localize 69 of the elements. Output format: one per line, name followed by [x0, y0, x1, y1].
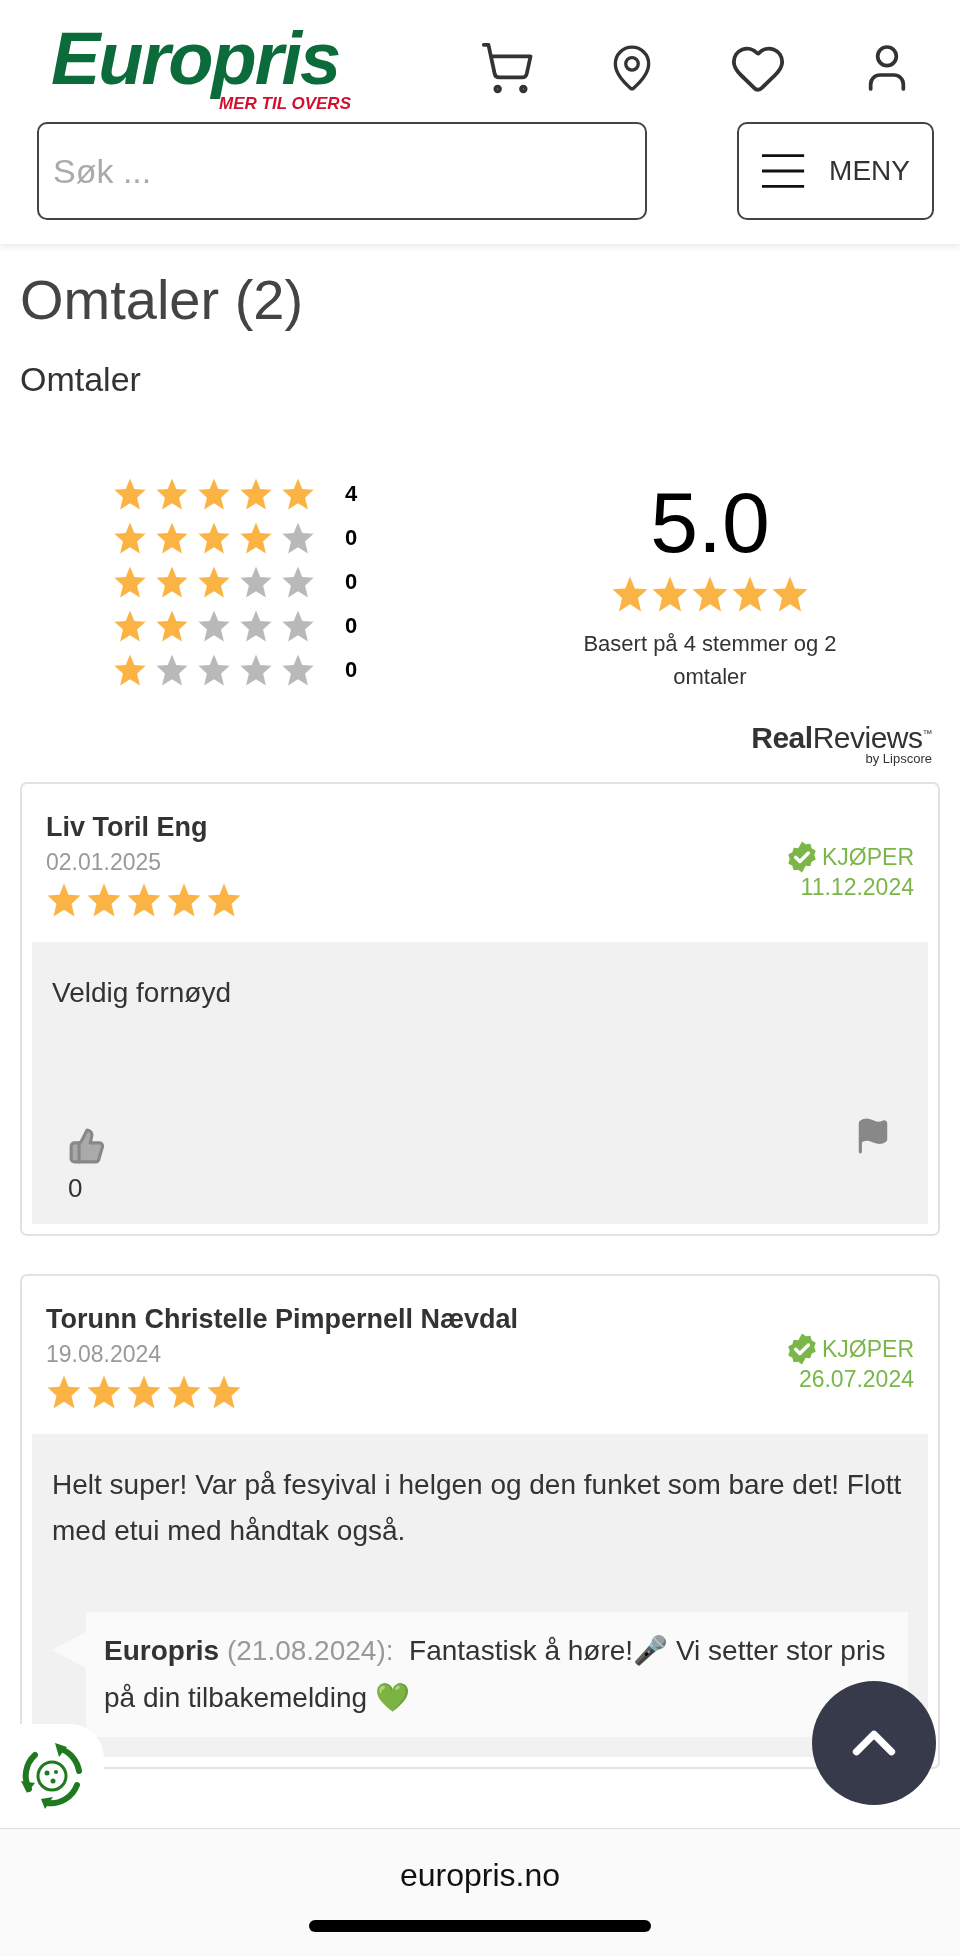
star-icon	[239, 477, 273, 511]
url-text[interactable]: europris.no	[399, 1857, 561, 1894]
provider-logo-text: RealReviews$^{™}$	[751, 723, 932, 753]
rating-count: 0	[345, 657, 358, 683]
rating-count: 0	[345, 569, 358, 595]
star-icon	[113, 653, 147, 687]
menu-button[interactable]: MENY	[737, 122, 934, 220]
star-icon	[197, 653, 231, 687]
star-icon	[771, 575, 809, 613]
purchase-date: 11.12.2024	[800, 874, 914, 901]
star-icon	[113, 565, 147, 599]
star-icon	[166, 882, 202, 918]
section-subtitle: Omtaler	[20, 360, 142, 399]
star-icon	[197, 477, 231, 511]
review-author: Torunn Christelle Pimpernell Nævdal	[46, 1304, 519, 1335]
star-icon	[281, 477, 315, 511]
provider-byline: by Lipscore	[865, 751, 932, 766]
rating-count: 4	[345, 481, 358, 507]
star-icon	[281, 565, 315, 599]
star-icon	[155, 609, 189, 643]
star-icon	[126, 882, 162, 918]
star-icon	[126, 1374, 162, 1410]
star-icon	[166, 1374, 202, 1410]
star-icon	[197, 521, 231, 555]
buyer-label: KJØPER	[821, 843, 914, 871]
review-text: Veldig fornøyd	[52, 976, 232, 1010]
star-icon	[239, 609, 273, 643]
star-icon	[611, 575, 649, 613]
star-icon	[239, 521, 273, 555]
review-date: 02.01.2025	[46, 849, 163, 876]
rating-count: 0	[345, 525, 358, 551]
section-title: Omtaler (2)	[20, 267, 305, 332]
star-icon	[651, 575, 689, 613]
star-icon	[46, 882, 82, 918]
cart-icon[interactable]	[479, 40, 535, 96]
star-icon	[113, 521, 147, 555]
star-icon	[86, 882, 122, 918]
star-icon	[239, 565, 273, 599]
menu-icon	[761, 153, 806, 189]
like-count: 0	[68, 1173, 83, 1204]
star-icon	[281, 521, 315, 555]
star-icon	[239, 653, 273, 687]
rating-count: 0	[345, 613, 358, 639]
star-icon	[155, 653, 189, 687]
star-icon	[197, 565, 231, 599]
star-icon	[155, 565, 189, 599]
star-icon	[155, 521, 189, 555]
purchase-date: 26.07.2024	[798, 1366, 914, 1393]
review-author: Liv Toril Eng	[46, 812, 209, 843]
star-icon	[206, 882, 242, 918]
star-icon	[691, 575, 729, 613]
star-icon	[206, 1374, 242, 1410]
search-field[interactable]: Søk ...	[37, 122, 647, 220]
star-icon	[281, 609, 315, 643]
star-icon	[113, 477, 147, 511]
star-icon	[197, 609, 231, 643]
average-rating: 5.0	[650, 479, 770, 565]
rating-summary: Basert på 4 stemmer og 2 omtaler	[582, 630, 838, 691]
reply-text: Europris (21.08.2024): Fantastisk å høre!🎤 Vi setter stor pris på din tilbakemelding 💚	[104, 1634, 887, 1715]
review-text: Helt super! Var på fesyival i helgen og den funket som bare det! Flott med etui med håndtak også.	[52, 1468, 903, 1549]
star-icon	[86, 1374, 122, 1410]
buyer-label: KJØPER	[821, 1335, 914, 1363]
star-icon	[46, 1374, 82, 1410]
review-date: 19.08.2024	[46, 1341, 163, 1368]
thumbs-up-icon[interactable]	[68, 1127, 106, 1165]
star-icon	[155, 477, 189, 511]
star-icon	[281, 653, 315, 687]
star-icon	[731, 575, 769, 613]
star-icon	[113, 609, 147, 643]
